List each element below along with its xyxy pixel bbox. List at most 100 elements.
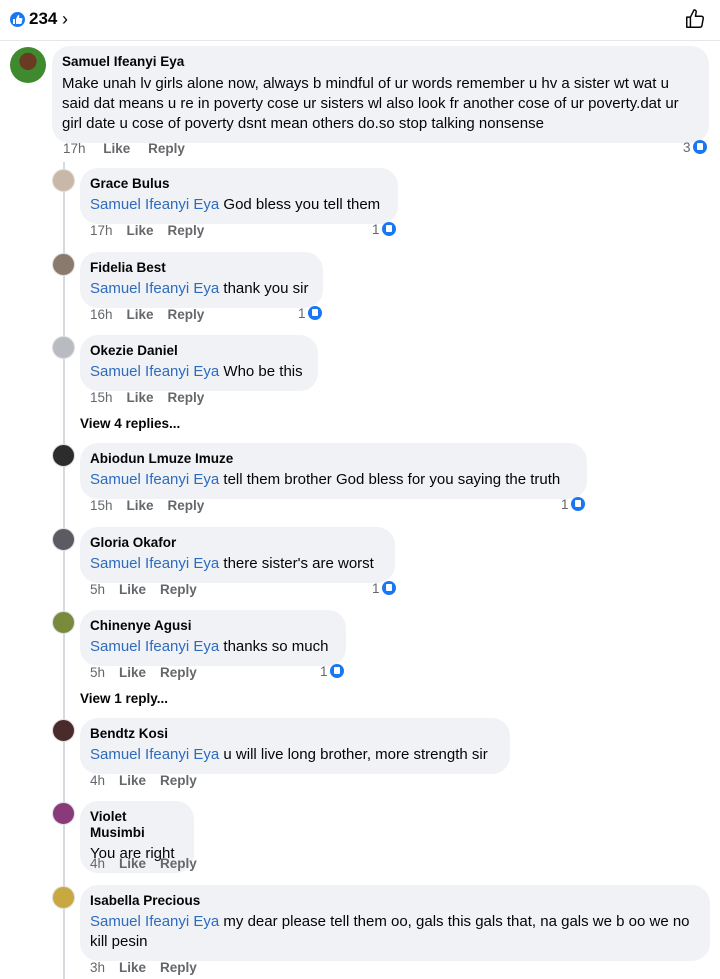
reply-body: Who be this [219, 363, 303, 380]
like-button[interactable]: Like [119, 960, 146, 975]
reaction-number: 1 [561, 497, 569, 512]
avatar[interactable] [10, 47, 46, 83]
like-button[interactable]: Like [119, 665, 146, 680]
reaction-number: 1 [298, 306, 306, 321]
avatar[interactable] [52, 528, 75, 551]
reaction-count-badge[interactable]: 1 [298, 306, 322, 321]
reply-time[interactable]: 4h [90, 773, 105, 788]
reaction-number: 1 [372, 581, 380, 596]
reply-text: Samuel Ifeanyi Eya u will live long brot… [90, 745, 498, 765]
like-button[interactable]: Like [127, 498, 154, 513]
avatar[interactable] [52, 253, 75, 276]
reply-button[interactable]: Reply [160, 665, 197, 680]
reply-author[interactable]: Grace Bulus [90, 176, 386, 192]
reactions-bar: 234 › [0, 0, 720, 41]
reply-actions: 17h Like Reply [90, 223, 218, 238]
avatar[interactable] [52, 336, 75, 359]
like-reaction-icon [10, 12, 25, 27]
reply-body: u will live long brother, more strength … [219, 746, 488, 763]
like-outline-icon[interactable] [684, 8, 706, 30]
reply-author[interactable]: Isabella Precious [90, 893, 698, 909]
mention-link[interactable]: Samuel Ifeanyi Eya [90, 196, 219, 213]
like-button[interactable]: Like [119, 773, 146, 788]
avatar[interactable] [52, 611, 75, 634]
like-icon [307, 306, 322, 320]
thread-line [63, 162, 65, 979]
mention-link[interactable]: Samuel Ifeanyi Eya [90, 913, 219, 930]
reply-author[interactable]: Chinenye Agusi [90, 618, 334, 634]
reply-time[interactable]: 4h [90, 856, 105, 871]
reaction-count-badge[interactable]: 1 [372, 581, 396, 596]
reply-bubble: Bendtz Kosi Samuel Ifeanyi Eya u will liv… [80, 718, 510, 774]
mention-link[interactable]: Samuel Ifeanyi Eya [90, 280, 219, 297]
reply-actions: 15h Like Reply [90, 390, 218, 405]
reply-button[interactable]: Reply [160, 856, 197, 871]
like-icon [329, 664, 344, 678]
reply-time[interactable]: 15h [90, 498, 113, 513]
like-button[interactable]: Like [127, 307, 154, 322]
reply-button[interactable]: Reply [168, 498, 205, 513]
mention-link[interactable]: Samuel Ifeanyi Eya [90, 555, 219, 572]
reply-text: Samuel Ifeanyi Eya tell them brother God… [90, 470, 575, 490]
view-replies-link[interactable]: View 4 replies... [80, 416, 180, 431]
comment-bubble: Samuel Ifeanyi Eya Make unah lv girls al… [52, 46, 709, 143]
reply-text: Samuel Ifeanyi Eya thank you sir [90, 279, 311, 299]
mention-link[interactable]: Samuel Ifeanyi Eya [90, 746, 219, 763]
reply-author[interactable]: Bendtz Kosi [90, 726, 498, 742]
avatar[interactable] [52, 886, 75, 909]
reaction-count[interactable]: 234 [29, 9, 57, 29]
reply-button[interactable]: Reply [168, 223, 205, 238]
like-button[interactable]: Like [103, 141, 130, 156]
reply-button[interactable]: Reply [148, 141, 185, 156]
reply-button[interactable]: Reply [168, 307, 205, 322]
reaction-number: 1 [372, 222, 380, 237]
reply-time[interactable]: 16h [90, 307, 113, 322]
like-button[interactable]: Like [127, 390, 154, 405]
reply-time[interactable]: 3h [90, 960, 105, 975]
reply-author[interactable]: Fidelia Best [90, 260, 311, 276]
reaction-count-badge[interactable]: 1 [372, 222, 396, 237]
reply-button[interactable]: Reply [160, 582, 197, 597]
reaction-number: 3 [683, 140, 691, 155]
comment-time[interactable]: 17h [63, 141, 86, 156]
reply-body: there sister's are worst [219, 555, 374, 572]
reply-author[interactable]: Gloria Okafor [90, 535, 383, 551]
avatar[interactable] [52, 169, 75, 192]
avatar[interactable] [52, 719, 75, 742]
like-button[interactable]: Like [127, 223, 154, 238]
reply-text: Samuel Ifeanyi Eya Who be this [90, 362, 306, 382]
reply-body: tell them brother God bless for you sayi… [219, 471, 561, 488]
mention-link[interactable]: Samuel Ifeanyi Eya [90, 363, 219, 380]
reply-time[interactable]: 17h [90, 223, 113, 238]
reply-author[interactable]: Violet Musimbi [90, 809, 182, 841]
reply-body: thanks so much [219, 638, 329, 655]
reply-actions: 15h Like Reply [90, 498, 218, 513]
reply-text: Samuel Ifeanyi Eya there sister's are wo… [90, 554, 383, 574]
reply-button[interactable]: Reply [160, 773, 197, 788]
like-button[interactable]: Like [119, 856, 146, 871]
like-icon [381, 222, 396, 236]
reply-time[interactable]: 5h [90, 665, 105, 680]
comment-author[interactable]: Samuel Ifeanyi Eya [62, 54, 697, 70]
reply-actions: 4h Like Reply [90, 773, 211, 788]
mention-link[interactable]: Samuel Ifeanyi Eya [90, 471, 219, 488]
reply-actions: 5h Like Reply [90, 582, 211, 597]
reaction-count-badge[interactable]: 1 [320, 664, 344, 679]
reaction-count-badge[interactable]: 1 [561, 497, 585, 512]
reply-time[interactable]: 5h [90, 582, 105, 597]
reaction-count-badge[interactable]: 3 [683, 140, 707, 155]
reply-button[interactable]: Reply [160, 960, 197, 975]
reply-actions: 5h Like Reply [90, 665, 211, 680]
mention-link[interactable]: Samuel Ifeanyi Eya [90, 638, 219, 655]
reply-author[interactable]: Okezie Daniel [90, 343, 306, 359]
like-button[interactable]: Like [119, 582, 146, 597]
avatar[interactable] [52, 802, 75, 825]
reply-button[interactable]: Reply [168, 390, 205, 405]
reply-text: Samuel Ifeanyi Eya thanks so much [90, 637, 334, 657]
reply-author[interactable]: Abiodun Lmuze Imuze [90, 451, 575, 467]
reply-time[interactable]: 15h [90, 390, 113, 405]
view-replies-link[interactable]: View 1 reply... [80, 691, 168, 706]
avatar[interactable] [52, 444, 75, 467]
chevron-right-icon[interactable]: › [62, 9, 68, 30]
reply-actions: 4h Like Reply [90, 856, 211, 871]
